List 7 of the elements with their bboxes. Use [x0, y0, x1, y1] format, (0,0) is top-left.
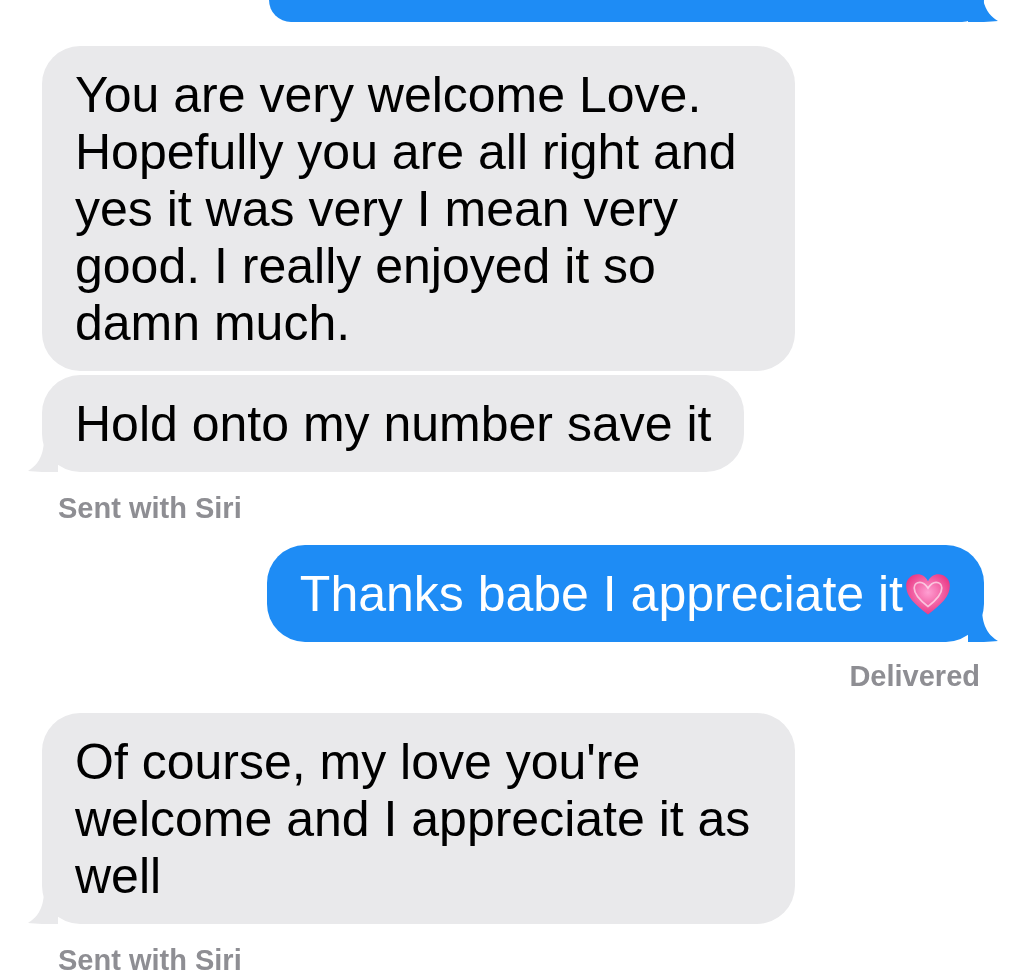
siri-note: Sent with Siri — [58, 944, 242, 972]
message-text: You are very welcome Love. Hopefully you are all right and yes it was very I mean very good. I really enjoyed it so damn much. — [75, 67, 737, 351]
message-text: Thanks babe I appreciate it — [299, 566, 903, 623]
message-text: Hold onto my number save it — [75, 396, 712, 452]
siri-note: Sent with Siri — [58, 492, 242, 525]
delivery-status: Delivered — [849, 660, 980, 693]
message-text: Of course, my love you're welcome and I appreciate it as well — [75, 734, 751, 904]
